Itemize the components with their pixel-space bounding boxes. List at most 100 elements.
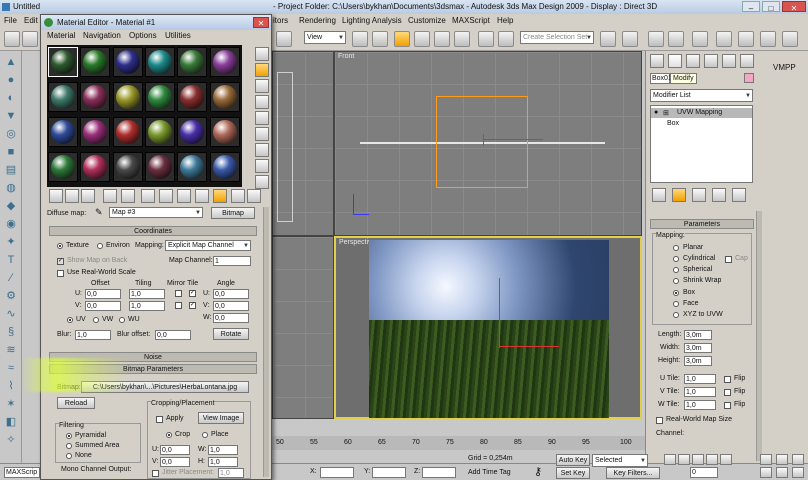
jitter-checkbox[interactable] xyxy=(152,470,159,477)
show-map-on-back-checkbox[interactable]: ✓ xyxy=(57,258,64,265)
radio-pyramidal[interactable] xyxy=(66,433,72,439)
align-icon[interactable] xyxy=(600,31,616,47)
menu-utilities[interactable]: Utilities xyxy=(165,30,191,42)
material-slot[interactable] xyxy=(112,47,143,77)
stack-item-box[interactable]: Box xyxy=(667,120,679,127)
zoom-extents-icon[interactable] xyxy=(792,454,804,465)
material-slot[interactable] xyxy=(80,47,111,77)
unique-icon[interactable] xyxy=(141,189,155,203)
real-world-checkbox[interactable] xyxy=(656,417,663,424)
radio-planar[interactable] xyxy=(673,245,679,251)
remove-modifier-icon[interactable] xyxy=(712,188,726,202)
named-selection-set-combo[interactable]: Create Selection Set xyxy=(520,31,594,44)
material-slot[interactable] xyxy=(209,47,240,77)
material-navigator-icon[interactable] xyxy=(255,175,269,189)
schematic-view-icon[interactable] xyxy=(668,31,684,47)
sample-type-icon[interactable] xyxy=(255,47,269,61)
next-frame-icon[interactable] xyxy=(706,454,718,465)
menu-maxscript[interactable]: MAXScript xyxy=(452,14,490,27)
material-editor-icon[interactable] xyxy=(692,31,708,47)
geosphere-tool-icon[interactable]: ✦ xyxy=(3,235,19,249)
perspective-viewport[interactable]: Perspective xyxy=(334,236,642,419)
uv-tiling-icon[interactable] xyxy=(255,95,269,109)
timeline-ruler[interactable]: 50 55 60 65 70 75 80 85 90 95 100 xyxy=(272,436,645,450)
make-preview-icon[interactable] xyxy=(255,127,269,141)
modifier-stack[interactable]: ● ⊞ UVW Mapping Box xyxy=(650,105,753,183)
uflip-checkbox[interactable] xyxy=(724,376,731,383)
select-object-icon[interactable]: ▲ xyxy=(3,55,19,69)
menu-options[interactable]: Options xyxy=(129,30,157,42)
mapping-combo[interactable]: Explicit Map Channel xyxy=(165,240,251,251)
cone-tool-icon[interactable]: ▼ xyxy=(3,109,19,123)
key-filters-button[interactable]: Key Filters... xyxy=(606,467,660,479)
camera-tool-icon[interactable]: ◧ xyxy=(3,415,19,429)
material-editor-titlebar[interactable]: Material Editor - Material #1 ✕ xyxy=(41,15,271,30)
close-icon[interactable]: ✕ xyxy=(253,17,269,28)
menu-help[interactable]: Help xyxy=(497,14,513,27)
apply-checkbox[interactable] xyxy=(156,416,163,423)
goto-end-icon[interactable] xyxy=(720,454,732,465)
snap-toggle-icon[interactable] xyxy=(394,31,410,47)
spring-tool-icon[interactable]: ≋ xyxy=(3,343,19,357)
zoom-icon[interactable] xyxy=(760,454,772,465)
make-copy-icon[interactable] xyxy=(121,189,135,203)
blur-offset-spinner[interactable]: 0,0 xyxy=(155,330,191,340)
menu-rendering[interactable]: Rendering xyxy=(299,14,336,27)
maximize-icon[interactable]: □ xyxy=(762,1,780,13)
radio-crop[interactable] xyxy=(166,432,172,438)
u-mirror-checkbox[interactable] xyxy=(175,290,182,297)
front-viewport[interactable]: Front xyxy=(334,51,642,236)
blur-spinner[interactable]: 1,0 xyxy=(75,330,111,340)
crop-h-spinner[interactable]: 1,0 xyxy=(208,457,238,467)
v-angle-spinner[interactable]: 0,0 xyxy=(213,301,249,311)
vflip-checkbox[interactable] xyxy=(724,389,731,396)
go-to-parent-icon[interactable] xyxy=(231,189,245,203)
material-effects-channel-icon[interactable] xyxy=(177,189,191,203)
reference-coordinate-combo[interactable]: View xyxy=(304,31,346,44)
height-spinner[interactable]: 3,0m xyxy=(684,356,712,366)
radio-uv[interactable] xyxy=(67,317,73,323)
wave-tool-icon[interactable]: ≈ xyxy=(3,361,19,375)
material-slot[interactable] xyxy=(80,82,111,112)
layer-manager-icon[interactable] xyxy=(622,31,638,47)
radio-texture[interactable] xyxy=(57,243,63,249)
sphere-tool-icon[interactable]: ● xyxy=(3,73,19,87)
front-viewport-label[interactable]: Front xyxy=(338,53,354,60)
ripple-tool-icon[interactable]: ⌇ xyxy=(3,379,19,393)
prev-frame-icon[interactable] xyxy=(678,454,690,465)
menu-edit[interactable]: Edit xyxy=(24,14,38,27)
material-editor-scrollbar[interactable] xyxy=(263,207,269,477)
command-panel-scrollbar[interactable] xyxy=(756,211,762,461)
map-name-combo[interactable]: Map #3 xyxy=(109,207,203,218)
pyramid-tool-icon[interactable]: ◆ xyxy=(3,199,19,213)
current-frame-field[interactable]: 0 xyxy=(690,467,718,478)
material-slot[interactable] xyxy=(144,152,175,182)
options-icon[interactable] xyxy=(255,143,269,157)
hierarchy-tab-icon[interactable] xyxy=(686,54,700,68)
create-tab-icon[interactable] xyxy=(650,54,664,68)
plane-tool-icon[interactable]: ▤ xyxy=(3,163,19,177)
active-shade-icon[interactable] xyxy=(782,31,798,47)
auto-key-button[interactable]: Auto Key xyxy=(556,454,590,466)
stack-item-uvw-mapping[interactable]: ● ⊞ UVW Mapping xyxy=(651,108,752,118)
z-coord-field[interactable] xyxy=(422,467,456,478)
light-bulb-icon[interactable]: ● xyxy=(654,109,658,116)
menu-lighting-analysis[interactable]: Lighting Analysis xyxy=(342,14,402,27)
tube-tool-icon[interactable]: ◍ xyxy=(3,181,19,195)
menu-customize[interactable]: Customize xyxy=(408,14,446,27)
material-slot[interactable] xyxy=(177,47,208,77)
radio-spherical[interactable] xyxy=(673,267,679,273)
eyedropper-icon[interactable]: ✎ xyxy=(95,207,103,218)
torus-tool-icon[interactable]: ◎ xyxy=(3,127,19,141)
material-slot[interactable] xyxy=(177,82,208,112)
backlight-icon[interactable] xyxy=(255,63,269,77)
text-tool-icon[interactable]: T xyxy=(3,253,19,267)
redo-icon[interactable] xyxy=(22,31,38,47)
reload-button[interactable]: Reload xyxy=(57,397,95,409)
make-unique-icon[interactable] xyxy=(692,188,706,202)
bitmap-path-button[interactable]: C:\Users\bykhan\...\Pictures\HerbaLontan… xyxy=(81,381,249,393)
select-by-material-icon[interactable] xyxy=(255,159,269,173)
close-icon[interactable]: ✕ xyxy=(782,1,806,13)
go-forward-sibling-icon[interactable] xyxy=(247,189,261,203)
radio-place[interactable] xyxy=(202,432,208,438)
